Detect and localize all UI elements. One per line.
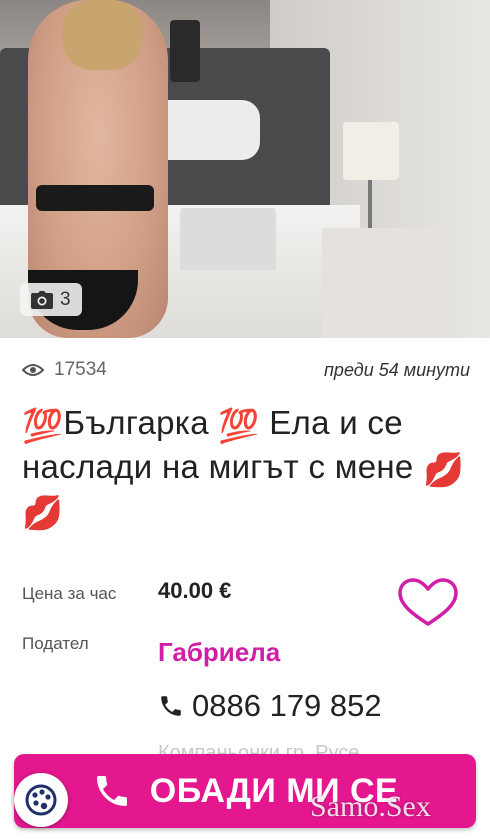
phone-number-row[interactable]: 0886 179 852 (158, 688, 382, 724)
listing-meta: 17534 преди 54 минути (22, 356, 470, 384)
posted-time: преди 54 минути (324, 359, 470, 380)
photo-nightstand (322, 228, 447, 338)
photo-hair (62, 0, 142, 70)
poster-label: Подател (22, 634, 89, 653)
poster-name-link[interactable]: Габриела (158, 637, 280, 668)
photo-phone (170, 20, 200, 82)
hundred-emoji-icon-2: 💯 (218, 406, 260, 444)
views-counter: 17534 (22, 359, 107, 381)
photo-lamp (343, 122, 399, 180)
price-value: 40.00 € (158, 578, 232, 603)
kiss-emoji-icon: 💋 (423, 450, 465, 488)
title-text-1: Българка (63, 404, 219, 441)
kiss-emoji-icon-2: 💋 (22, 494, 64, 532)
views-count: 17534 (54, 359, 107, 380)
price-label: Цена за час (22, 584, 117, 603)
photo-count-badge[interactable]: 3 (20, 283, 82, 316)
listing-photo[interactable]: 3 (0, 0, 490, 338)
hundred-emoji-icon: 💯 (22, 406, 64, 444)
phone-number: 0886 179 852 (192, 688, 382, 723)
palette-icon (25, 784, 57, 816)
photo-laptop (180, 208, 276, 270)
phone-icon (96, 776, 127, 806)
photo-lamp-stand (368, 180, 372, 230)
photo-top (36, 185, 154, 211)
watermark: Samo.Sex (310, 790, 431, 823)
phone-icon (161, 696, 181, 716)
photo-count-text: 3 (60, 288, 71, 310)
favorite-heart-icon[interactable] (397, 578, 459, 628)
camera-icon (31, 290, 53, 309)
listing-title: 💯Българка 💯 Ела и се наслади на мигът с … (22, 402, 477, 533)
accessibility-button[interactable] (14, 773, 68, 827)
eye-icon (22, 364, 44, 376)
